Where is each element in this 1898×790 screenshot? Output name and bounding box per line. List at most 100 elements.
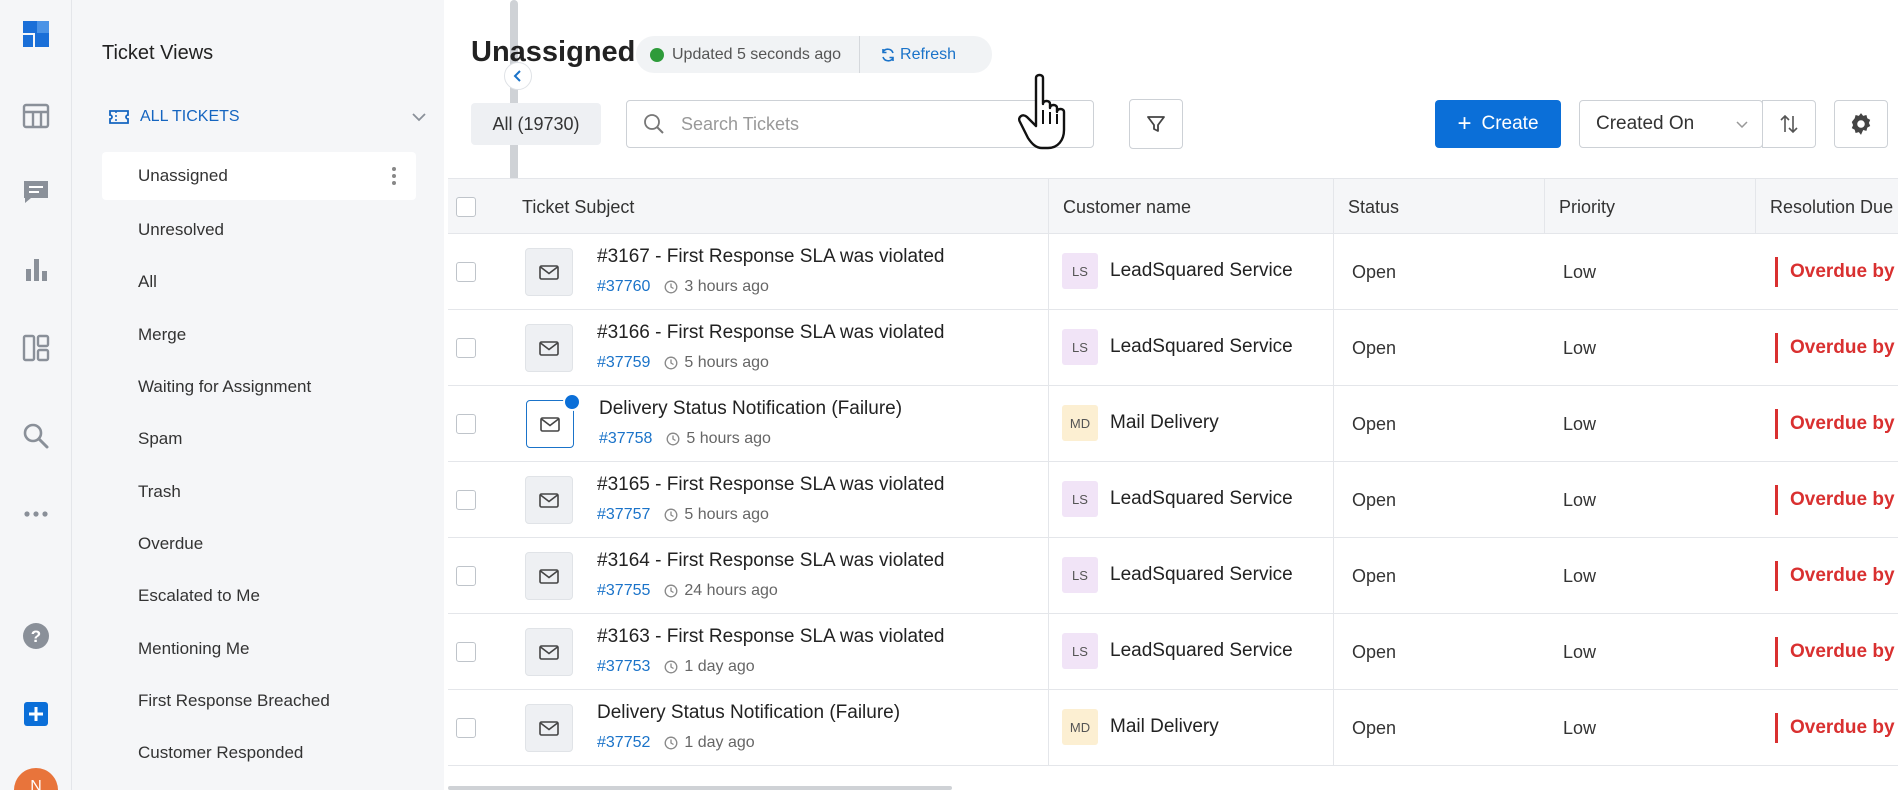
table-row[interactable]: Delivery Status Notification (Failure) #3… xyxy=(448,386,1898,462)
customer-cell[interactable]: LS LeadSquared Service xyxy=(1062,557,1293,593)
ticket-id-link[interactable]: #37755 xyxy=(597,582,650,600)
column-divider xyxy=(1048,310,1049,386)
table-row[interactable]: Delivery Status Notification (Failure) #3… xyxy=(448,690,1898,766)
ticket-subject-link[interactable]: Delivery Status Notification (Failure) xyxy=(599,398,902,420)
ticket-meta: #37757 5 hours ago xyxy=(597,506,769,524)
svg-text:?: ? xyxy=(31,627,41,646)
filter-button[interactable] xyxy=(1129,99,1183,149)
sort-field-select[interactable]: Created On xyxy=(1579,100,1763,148)
row-checkbox[interactable] xyxy=(456,566,476,586)
ticket-age: 5 hours ago xyxy=(664,354,769,372)
clock-icon xyxy=(664,736,684,750)
horizontal-scrollbar[interactable] xyxy=(448,786,952,790)
col-status[interactable]: Status xyxy=(1333,179,1399,235)
ticket-subject-link[interactable]: Delivery Status Notification (Failure) xyxy=(597,702,900,724)
row-checkbox[interactable] xyxy=(456,642,476,662)
clock-icon xyxy=(666,432,686,446)
ticket-subject-link[interactable]: #3167 - First Response SLA was violated xyxy=(597,246,944,268)
refresh-label: Refresh xyxy=(900,45,957,63)
row-checkbox[interactable] xyxy=(456,414,476,434)
customer-cell[interactable]: LS LeadSquared Service xyxy=(1062,253,1293,289)
ticket-id-link[interactable]: #37757 xyxy=(597,506,650,524)
table-row[interactable]: #3166 - First Response SLA was violated #… xyxy=(448,310,1898,386)
chevron-down-icon[interactable] xyxy=(410,108,428,126)
kebab-menu-icon[interactable] xyxy=(392,166,396,186)
view-item[interactable]: Escalated to Me xyxy=(102,570,416,622)
all-tickets-group[interactable]: ALL TICKETS xyxy=(108,104,428,130)
customer-cell[interactable]: LS LeadSquared Service xyxy=(1062,329,1293,365)
view-item[interactable]: Unassigned xyxy=(102,152,416,200)
ticket-id-link[interactable]: #37752 xyxy=(597,734,650,752)
ticket-id-link[interactable]: #37760 xyxy=(597,278,650,296)
mail-icon xyxy=(538,489,560,511)
customer-name: LeadSquared Service xyxy=(1110,336,1293,357)
customer-cell[interactable]: MD Mail Delivery xyxy=(1062,405,1219,441)
logo-icon[interactable] xyxy=(18,16,54,52)
help-icon[interactable]: ? xyxy=(18,618,54,654)
customer-initials-badge: MD xyxy=(1062,709,1098,745)
select-all-checkbox[interactable] xyxy=(456,197,476,217)
ticket-age: 1 day ago xyxy=(664,734,755,752)
customer-cell[interactable]: MD Mail Delivery xyxy=(1062,709,1219,745)
status-value: Open xyxy=(1352,566,1397,586)
view-item[interactable]: Merge xyxy=(102,309,416,361)
table-row[interactable]: #3167 - First Response SLA was violated #… xyxy=(448,234,1898,310)
col-ticket-subject[interactable]: Ticket Subject xyxy=(508,179,634,235)
view-item-label: All xyxy=(138,272,157,292)
create-label: Create xyxy=(1481,113,1539,134)
bar-chart-icon[interactable] xyxy=(18,252,54,288)
ticket-age: 5 hours ago xyxy=(664,506,769,524)
view-item[interactable]: Unresolved xyxy=(102,204,416,256)
view-item[interactable]: Spam xyxy=(102,413,416,465)
refresh-button[interactable]: Refresh xyxy=(880,46,956,64)
status-value: Open xyxy=(1352,414,1397,434)
row-checkbox[interactable] xyxy=(456,490,476,510)
table-row[interactable]: #3165 - First Response SLA was violated #… xyxy=(448,462,1898,538)
customer-cell[interactable]: LS LeadSquared Service xyxy=(1062,633,1293,669)
column-divider xyxy=(1048,614,1049,690)
customer-initials-badge: LS xyxy=(1062,633,1098,669)
table-row[interactable]: #3164 - First Response SLA was violated #… xyxy=(448,538,1898,614)
view-item[interactable]: All xyxy=(102,256,416,308)
table-row[interactable]: #3163 - First Response SLA was violated #… xyxy=(448,614,1898,690)
ticket-subject-link[interactable]: #3164 - First Response SLA was violated xyxy=(597,550,944,572)
ticket-subject-link[interactable]: #3166 - First Response SLA was violated xyxy=(597,322,944,344)
grid-icon[interactable] xyxy=(18,98,54,134)
col-resolution-due[interactable]: Resolution Due xyxy=(1755,179,1893,235)
search-input[interactable] xyxy=(681,113,1061,135)
row-checkbox[interactable] xyxy=(456,262,476,282)
chat-icon[interactable] xyxy=(18,174,54,210)
settings-button[interactable] xyxy=(1834,100,1888,148)
customer-cell[interactable]: LS LeadSquared Service xyxy=(1062,481,1293,517)
view-item-label: Overdue xyxy=(138,533,204,553)
select-all-cell xyxy=(456,179,476,235)
ticket-id-link[interactable]: #37759 xyxy=(597,354,650,372)
add-icon[interactable] xyxy=(18,696,54,732)
view-item[interactable]: Trash xyxy=(102,465,416,517)
overdue-text: Overdue by xyxy=(1790,261,1895,282)
ticket-id-link[interactable]: #37758 xyxy=(599,430,652,448)
ticket-age-text: 1 day ago xyxy=(684,658,755,675)
avatar[interactable]: N xyxy=(14,768,58,790)
dashboard-icon[interactable] xyxy=(18,330,54,366)
view-item[interactable]: Overdue xyxy=(102,518,416,570)
ticket-id-link[interactable]: #37753 xyxy=(597,658,650,676)
ticket-subject-link[interactable]: #3165 - First Response SLA was violated xyxy=(597,474,944,496)
row-checkbox[interactable] xyxy=(456,718,476,738)
priority-value: Low xyxy=(1563,490,1597,510)
ticket-subject-link[interactable]: #3163 - First Response SLA was violated xyxy=(597,626,944,648)
view-item[interactable]: First Response Breached xyxy=(102,675,416,727)
sort-direction-button[interactable] xyxy=(1762,100,1816,148)
row-select-cell xyxy=(456,538,476,614)
col-priority[interactable]: Priority xyxy=(1544,179,1615,235)
col-customer-name[interactable]: Customer name xyxy=(1048,179,1191,235)
view-item[interactable]: Mentioning Me xyxy=(102,622,416,674)
search-icon[interactable] xyxy=(18,418,54,454)
all-count-tab[interactable]: All (19730) xyxy=(471,103,601,145)
more-icon[interactable] xyxy=(18,496,54,532)
create-button[interactable]: + Create xyxy=(1435,100,1561,148)
row-checkbox[interactable] xyxy=(456,338,476,358)
view-item[interactable]: Waiting for Assignment xyxy=(102,361,416,413)
view-item[interactable]: Customer Responded xyxy=(102,727,416,779)
resolution-due-value: Overdue by xyxy=(1775,630,1895,674)
